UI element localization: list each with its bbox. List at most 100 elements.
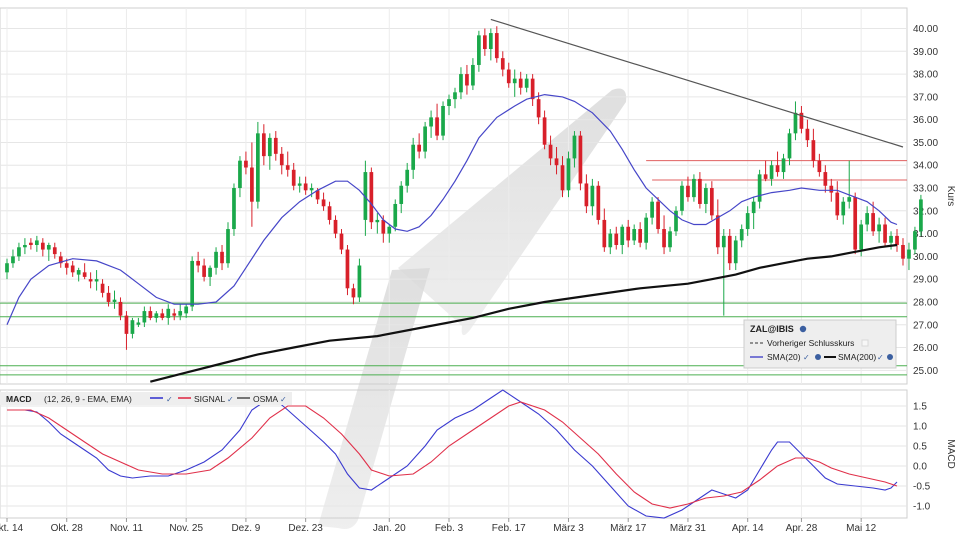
candle-body	[889, 235, 893, 243]
candle-body	[626, 226, 631, 241]
macd-check-icon[interactable]: ✓	[166, 395, 173, 404]
candle-body	[578, 135, 583, 184]
candle-body	[5, 263, 9, 273]
candle-body	[477, 35, 481, 65]
macd-y-tick-label: 0.0	[913, 462, 927, 473]
candle-body	[596, 185, 601, 220]
candle-body	[232, 188, 236, 230]
candle-body	[566, 158, 571, 191]
candle-body	[853, 197, 858, 250]
chart-svg: 25.00 26.00 27.00 28.00 29.00 30.00 31.00 32.00…	[0, 7, 956, 534]
candle-body	[285, 165, 290, 170]
candle-body	[417, 144, 421, 152]
candle-body	[256, 133, 260, 202]
candle-body	[88, 279, 93, 282]
price-y-tick-label: 34.00	[913, 161, 938, 172]
candle-body	[883, 224, 887, 243]
candle-body	[220, 251, 224, 264]
signal-label: SIGNAL	[194, 394, 225, 404]
candle-body	[321, 199, 326, 207]
legend-sma20-check-icon[interactable]: ✓	[803, 353, 810, 362]
candle-body	[757, 174, 762, 202]
legend-info-icon[interactable]	[799, 325, 807, 333]
candle-body	[405, 169, 410, 186]
candle-body	[94, 279, 99, 282]
price-y-tick-label: 25.00	[913, 366, 938, 377]
candle-body	[709, 188, 714, 216]
candle-body	[512, 78, 517, 84]
candle-body	[847, 197, 852, 202]
candle-body	[381, 219, 386, 234]
candle-body	[142, 311, 147, 323]
candle-body	[805, 128, 810, 141]
price-y-tick-label: 36.00	[913, 115, 938, 126]
macd-y-tick-label: 1.0	[913, 422, 927, 433]
candle-body	[751, 201, 756, 214]
price-y-tick-label: 32.00	[913, 206, 938, 217]
legend-sma20-gear-icon[interactable]	[815, 354, 821, 360]
candle-body	[375, 219, 380, 223]
candle-body	[23, 244, 27, 248]
candle-body	[178, 311, 183, 316]
osma-check-icon[interactable]: ✓	[280, 395, 287, 404]
candle-body	[112, 299, 117, 302]
candle-body	[429, 117, 433, 127]
candle-body	[542, 117, 547, 145]
candle-body	[602, 219, 607, 248]
candle-body	[208, 267, 212, 277]
candle-body	[214, 251, 218, 268]
candle-body	[692, 178, 696, 198]
candle-body	[835, 192, 840, 216]
price-y-axis: 25.00 26.00 27.00 28.00 29.00 30.00 31.00 32.00…	[913, 24, 938, 377]
candle-body	[614, 233, 619, 245]
candle-body	[530, 78, 535, 100]
candle-body	[494, 33, 499, 59]
candle-body	[829, 185, 834, 193]
x-tick-label: Feb. 17	[492, 523, 526, 534]
candle-body	[17, 247, 21, 257]
price-y-tick-label: 31.00	[913, 229, 938, 240]
candle-body	[793, 112, 798, 134]
candle-body	[100, 283, 105, 293]
downtrend-line	[490, 18, 904, 148]
macd-grid	[0, 390, 907, 518]
candle-body	[166, 308, 171, 318]
candle-body	[393, 203, 398, 227]
candle-body	[811, 140, 816, 161]
candle-body	[877, 224, 881, 232]
candle-body	[554, 158, 559, 166]
signal-check-icon[interactable]: ✓	[227, 395, 234, 404]
candle-body	[291, 169, 296, 186]
candle-body	[423, 126, 427, 152]
macd-y-label: MACD	[945, 439, 956, 468]
watermark-stem	[318, 268, 430, 529]
candle-body	[781, 158, 786, 173]
legend-prevclose-checkbox[interactable]	[861, 339, 869, 347]
x-tick-label: Apr. 28	[786, 523, 818, 534]
candle-body	[907, 249, 911, 259]
candle-body	[727, 235, 732, 264]
price-y-label: Kurs	[945, 186, 956, 207]
candle-body	[64, 263, 69, 268]
candle-body	[333, 219, 338, 234]
candle-body	[303, 183, 308, 191]
candle-body	[327, 206, 332, 220]
candle-body	[447, 99, 451, 106]
candle-body	[46, 244, 51, 250]
macd-header-title: MACD	[6, 394, 32, 404]
legend-prevclose-label: Vorheriger Schlusskurs	[767, 338, 854, 348]
candle-body	[895, 235, 899, 245]
price-y-tick-label: 38.00	[913, 70, 938, 81]
macd-y-tick-label: -1.0	[913, 502, 931, 513]
legend-sma200-gear-icon[interactable]	[887, 354, 893, 360]
candle-body	[632, 229, 637, 241]
candle-body	[871, 213, 875, 232]
x-tick-label: Jan. 20	[373, 523, 406, 534]
macd-panel-frame	[0, 389, 908, 519]
candle-body	[184, 306, 189, 314]
x-tick-label: März 3	[553, 523, 584, 534]
candle-body	[124, 315, 129, 334]
candle-body	[584, 183, 589, 207]
legend-sma200-check-icon[interactable]: ✓	[877, 353, 884, 362]
candle-body	[656, 201, 660, 230]
